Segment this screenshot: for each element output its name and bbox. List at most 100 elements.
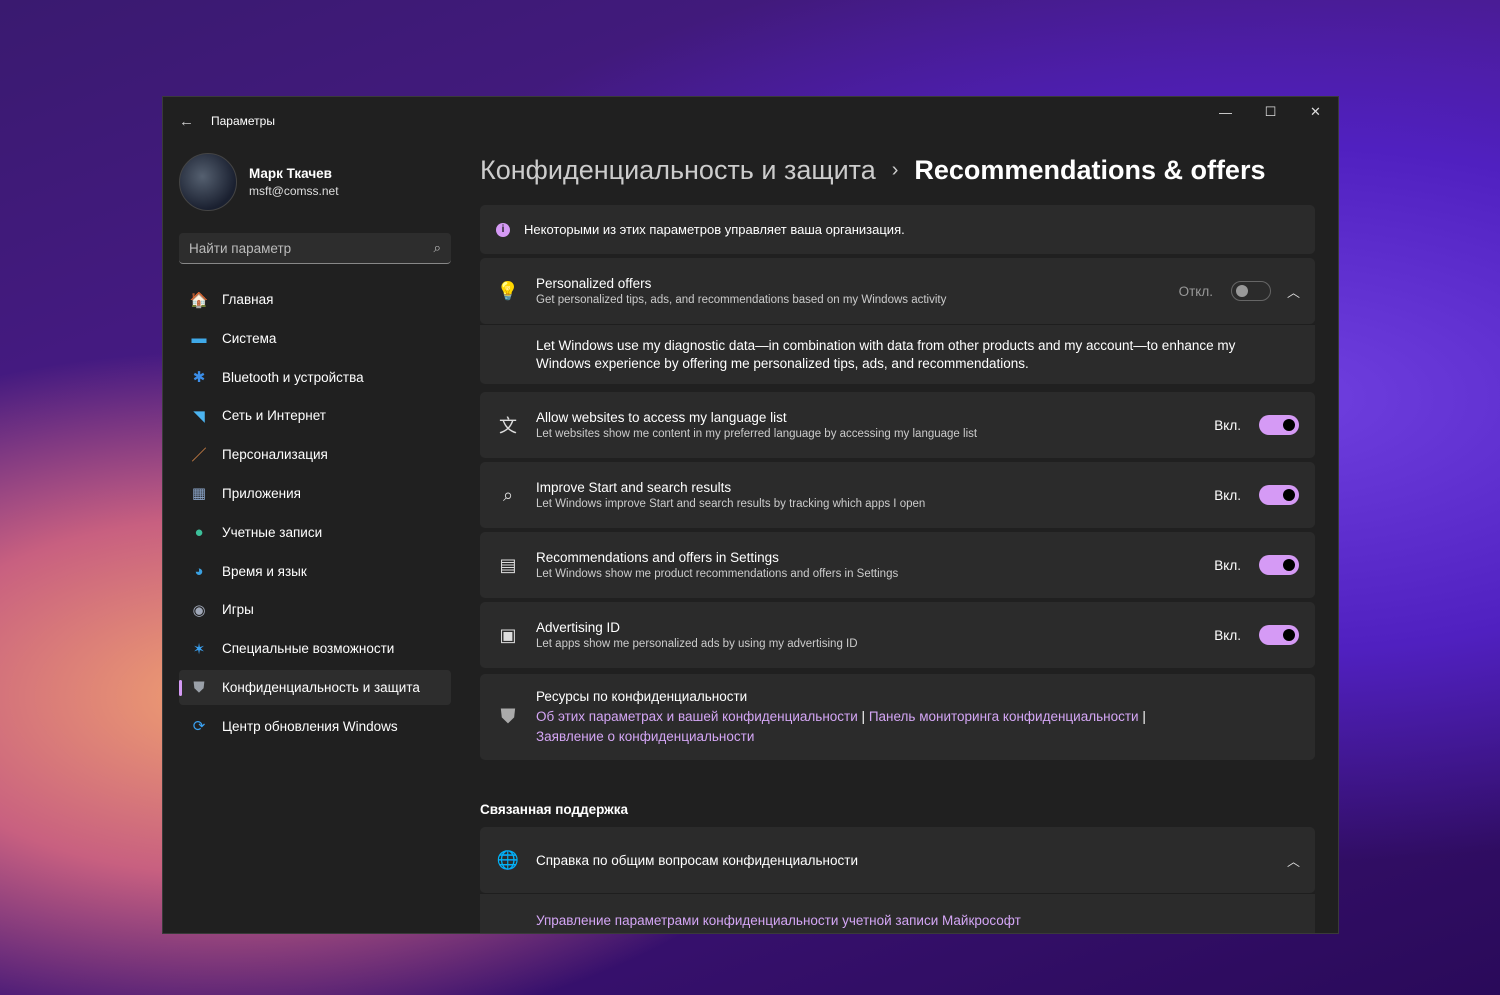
setting-title: Improve Start and search results	[536, 480, 732, 495]
sidebar-item-label: Bluetooth и устройства	[222, 369, 364, 385]
info-text: Некоторыми из этих параметров управляет …	[524, 222, 905, 237]
sidebar-item-0[interactable]: 🏠 Главная	[179, 282, 451, 317]
badge-icon: ▣	[499, 624, 517, 645]
setting-description: Let websites show me content in my prefe…	[536, 428, 978, 440]
shield-icon: ⛊	[193, 678, 205, 696]
setting-row: ⌕ Improve Start and search results Let W…	[480, 462, 1315, 528]
info-icon: i	[496, 222, 510, 237]
app-title: Параметры	[211, 114, 275, 128]
link-manage-account-privacy[interactable]: Управление параметрами конфиденциальност…	[536, 913, 1021, 928]
bluetooth-icon: ✱	[192, 369, 206, 387]
link-privacy-statement[interactable]: Заявление о конфиденциальности	[536, 727, 1146, 747]
accounts-icon: ●	[194, 523, 204, 541]
link-separator: |	[861, 709, 866, 724]
link-about-privacy[interactable]: Об этих параметрах и вашей конфиденциаль…	[536, 709, 858, 724]
toggle-switch[interactable]	[1259, 555, 1299, 575]
setting-description: Get personalized tips, ads, and recommen…	[536, 294, 947, 306]
sidebar-item-2[interactable]: ✱ Bluetooth и устройства	[179, 360, 451, 395]
chevron-up-icon[interactable]: ︿	[1287, 851, 1300, 870]
setting-description: Let Windows improve Start and search res…	[536, 498, 926, 510]
setting-row: 💡 Personalized offers Get personalized t…	[480, 258, 1315, 324]
toggle-state: Вкл.	[1214, 417, 1241, 433]
nav-list: 🏠 Главная ▬ Система ✱ Bluetooth и устройства ◥…	[179, 282, 451, 744]
title-bar: ← Параметры — ☐ ✕	[163, 97, 1338, 145]
setting-row: ▣ Advertising ID Let apps show me person…	[480, 602, 1315, 668]
search-icon: ⌕	[502, 484, 514, 505]
main-content: Конфиденциальность и защита › Recommenda…	[480, 153, 1315, 933]
sidebar: Марк Ткачев msft@comss.net Найти парамет…	[179, 153, 451, 748]
sidebar-item-label: Центр обновления Windows	[222, 718, 398, 734]
setting-row: 文 Allow websites to access my language l…	[480, 392, 1315, 458]
sidebar-item-label: Система	[222, 330, 277, 346]
setting-title: Recommendations and offers in Settings	[536, 550, 779, 565]
sidebar-item-label: Конфиденциальность и защита	[222, 679, 420, 695]
help-privacy-item[interactable]: 🌐 Справка по общим вопросам конфиденциал…	[480, 827, 1315, 893]
privacy-resources: ⛊ Ресурсы по конфиденциальности Об этих …	[480, 674, 1315, 760]
search-placeholder: Найти параметр	[189, 240, 292, 256]
toggle-state: Откл.	[1178, 283, 1213, 299]
toggle-switch[interactable]	[1259, 625, 1299, 645]
lightbulb-icon: 💡	[496, 280, 520, 301]
sidebar-item-4[interactable]: ／ Персонализация	[179, 437, 451, 472]
breadcrumb-separator: ›	[891, 158, 899, 181]
globe-clock-icon: ◕	[194, 562, 204, 580]
close-button[interactable]: ✕	[1293, 97, 1338, 127]
brush-icon: ／	[191, 447, 207, 465]
setting-row: ▤ Recommendations and offers in Settings…	[480, 532, 1315, 598]
sidebar-item-label: Приложения	[222, 485, 301, 501]
sidebar-item-10[interactable]: ⛊ Конфиденциальность и защита	[179, 669, 451, 705]
user-profile[interactable]: Марк Ткачев msft@comss.net	[179, 153, 451, 211]
back-arrow-icon[interactable]: ←	[179, 113, 195, 130]
sidebar-item-8[interactable]: ◉ Игры	[179, 592, 451, 627]
home-icon: 🏠	[189, 291, 209, 309]
link-privacy-dashboard[interactable]: Панель мониторинга конфиденциальности	[869, 709, 1139, 724]
chevron-up-icon[interactable]: ︿	[1287, 282, 1300, 301]
user-name: Марк Ткачев	[249, 166, 332, 181]
sidebar-item-1[interactable]: ▬ Система	[179, 321, 451, 356]
sidebar-item-7[interactable]: ◕ Время и язык	[179, 554, 451, 589]
sidebar-item-9[interactable]: ✶ Специальные возможности	[179, 631, 451, 666]
gamepad-icon: ◉	[192, 601, 206, 619]
breadcrumb: Конфиденциальность и защита › Recommenda…	[480, 153, 1315, 187]
minimize-button[interactable]: —	[1203, 97, 1248, 127]
shield-icon: ⛊	[500, 705, 516, 728]
help-expanded: Управление параметрами конфиденциальност…	[480, 893, 1315, 933]
sidebar-item-label: Игры	[222, 602, 254, 618]
accessibility-icon: ✶	[192, 640, 206, 658]
sidebar-item-label: Главная	[222, 292, 274, 307]
sidebar-item-label: Время и язык	[222, 563, 307, 579]
sidebar-item-label: Учетные записи	[222, 524, 323, 540]
sidebar-item-3[interactable]: ◥ Сеть и Интернет	[179, 398, 451, 433]
search-input[interactable]: Найти параметр ⌕	[179, 233, 451, 264]
wifi-icon: ◥	[193, 407, 205, 425]
toggle-state: Вкл.	[1214, 627, 1241, 643]
sidebar-item-11[interactable]: ⟳ Центр обновления Windows	[179, 709, 451, 744]
org-managed-banner: i Некоторыми из этих параметров управляе…	[480, 205, 1315, 254]
sidebar-item-label: Персонализация	[222, 447, 328, 463]
toggle-switch[interactable]	[1259, 415, 1299, 435]
setting-description: Let Windows show me product recommendati…	[536, 568, 899, 580]
settings-offers-icon: ▤	[499, 554, 517, 575]
page-title: Recommendations & offers	[914, 154, 1266, 185]
related-support-heading: Связанная поддержка	[480, 802, 629, 817]
globe-icon: 🌐	[496, 849, 520, 870]
maximize-button[interactable]: ☐	[1248, 97, 1293, 127]
settings-window: ← Параметры — ☐ ✕ Марк Ткачев msft@comss…	[162, 96, 1339, 934]
setting-description: Let apps show me personalized ads by usi…	[536, 638, 858, 650]
sidebar-item-5[interactable]: ▦ Приложения	[179, 476, 451, 511]
search-icon: ⌕	[433, 240, 441, 255]
sidebar-item-label: Сеть и Интернет	[222, 408, 326, 424]
breadcrumb-parent[interactable]: Конфиденциальность и защита	[480, 155, 876, 186]
setting-title: Advertising ID	[536, 620, 621, 635]
toggle-state: Вкл.	[1214, 487, 1241, 503]
apps-icon: ▦	[191, 485, 207, 503]
toggle-state: Вкл.	[1214, 557, 1241, 573]
toggle-switch[interactable]	[1259, 485, 1299, 505]
resources-title: Ресурсы по конфиденциальности	[536, 689, 748, 704]
sidebar-item-6[interactable]: ● Учетные записи	[179, 515, 451, 550]
update-icon: ⟳	[192, 718, 206, 736]
system-icon: ▬	[191, 329, 207, 347]
setting-title: Personalized offers	[536, 276, 652, 291]
avatar	[179, 153, 237, 211]
toggle-switch[interactable]	[1231, 281, 1271, 301]
